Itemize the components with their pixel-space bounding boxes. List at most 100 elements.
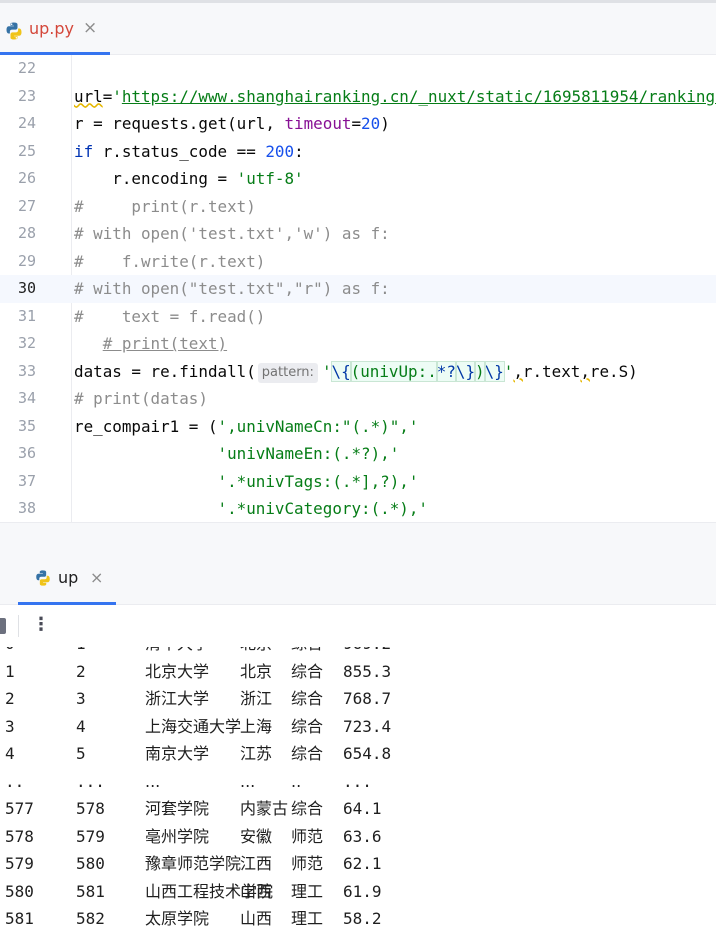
rank: 1 [76,647,86,658]
category: 综合 [291,647,323,658]
line-number: 31 [17,306,36,325]
score: ... [343,771,372,791]
code-text: # print(text) [74,330,227,358]
code-line[interactable]: 27 # print(r.text) [0,193,716,221]
python-icon [6,22,22,40]
code-token: '.*univTags:(.*],?),' [217,471,419,491]
line-number: 25 [17,141,36,160]
category: 理工 [291,909,324,928]
code-token: # with open("test.txt","r") as f: [74,279,390,298]
code-token: *? [435,360,457,382]
run-tab-label: up [58,568,79,587]
editor-tab-up-py[interactable]: up.py × [0,3,110,55]
code-line[interactable]: 29 # f.write(r.text) [0,248,716,276]
run-tab-up[interactable]: up × [18,553,116,605]
console-row: 581 582 太原学院 山西 理工 58.2 [0,905,716,930]
code-token: # print(r.text) [74,196,256,216]
console-row: 3 4 上海交通大学 上海 综合 723.4 [0,713,716,741]
province: 山西 [240,881,273,901]
code-line[interactable]: 24 r = requests.get(url, timeout=20) [0,110,716,138]
code-token: ' [321,361,332,381]
run-console-output[interactable]: 01清华大学北京综合969.212北京大学北京综合855.323浙江大学浙江综合… [0,647,716,930]
panel-splitter[interactable] [0,522,716,553]
code-token: \} [483,360,505,382]
code-token: r.status_code == [93,141,266,161]
code-line[interactable]: 37 '.*univTags:(.*],?),' [0,468,716,496]
row-index: 580 [5,881,34,901]
code-token: if [74,141,94,161]
code-line[interactable]: 36 'univNameEn:(.*?),' [0,440,716,468]
code-line[interactable]: 35 re_compair1 = (',univNameCn:"(.*)",' [0,413,716,441]
province: 江西 [240,854,273,873]
more-options-icon[interactable]: ⋮ [32,614,50,636]
rank: 5 [76,744,86,763]
province: 山西 [240,909,273,928]
rank: ... [76,771,105,791]
code-token: # f.write(r.text) [74,251,266,271]
close-icon[interactable]: × [90,567,103,589]
line-number: 24 [17,114,36,132]
code-token: r.text [522,361,581,381]
line-number: 27 [17,196,36,215]
row-index: 579 [5,854,34,873]
row-index: 577 [5,799,34,818]
code-text: # with open("test.txt","r") as f: [74,275,390,303]
university-name: ... [145,771,161,791]
university-name: 北京大学 [145,661,210,681]
code-token: r.encoding = [74,169,237,188]
university-name: 上海交通大学 [145,716,242,736]
score: 58.2 [343,909,382,928]
category: 理工 [291,881,324,901]
code-text: 'univNameEn:(.*?),' [74,440,400,468]
rank: 582 [76,909,105,928]
rank: 2 [76,661,86,681]
line-number: 38 [17,499,36,517]
code-line[interactable]: 34 # print(datas) [0,385,716,413]
row-index: 4 [5,744,15,763]
university-name: 亳州学院 [145,826,210,846]
line-number: 34 [17,389,36,407]
category: 师范 [291,826,324,846]
code-text: # with open('test.txt','w') as f: [74,220,390,248]
score: 63.6 [343,826,382,846]
score: 969.2 [343,647,391,658]
console-row: 0 1 清华大学 北京 综合 969.2 [0,647,716,658]
line-number: 30 [17,279,36,297]
university-name: 清华大学 [145,647,209,658]
university-name: 南京大学 [145,744,210,763]
row-index: 2 [5,689,15,708]
code-text: r = requests.get(url, timeout=20) [74,110,390,138]
code-line[interactable]: 28 # with open('test.txt','w') as f: [0,220,716,248]
code-line[interactable]: 33 datas = re.findall(pattern: '\{(univUp:… [0,358,716,386]
code-line[interactable]: 26 r.encoding = 'utf-8' [0,165,716,193]
code-line[interactable]: 25 if r.status_code == 200: [0,138,716,166]
category: 师范 [291,854,324,873]
row-index: 578 [5,826,34,846]
code-line[interactable]: 31 # text = f.read() [0,303,716,331]
score: 723.4 [343,716,392,736]
rank: 578 [76,799,105,818]
code-line[interactable]: 32 # print(text) [0,330,716,358]
code-editor[interactable]: 22 23 url='https://www.shanghairanking.cn/… [0,55,716,522]
code-line[interactable]: 23 url='https://www.shanghairanking.cn/_n… [0,83,716,111]
score: 62.1 [343,854,382,873]
code-text: if r.status_code == 200: [74,138,304,166]
university-name: 豫章师范学院 [145,854,242,873]
university-name: 浙江大学 [145,689,210,708]
code-line[interactable]: 22 [0,55,716,83]
console-row: ................ [0,768,716,796]
parameter-hint: pattern: [257,362,318,383]
code-line[interactable]: 30 # with open("test.txt","r") as f: [0,275,716,303]
code-token: timeout [284,114,352,133]
code-line[interactable]: 38 '.*univCategory:(.*),' [0,495,716,522]
console-row: 2 3 浙江大学 浙江 综合 768.7 [0,685,716,713]
row-index: 581 [5,909,34,928]
stop-icon[interactable] [0,618,6,634]
province: 内蒙古 [240,799,289,818]
close-icon[interactable]: × [83,17,97,39]
code-token: 'univNameEn:(.*?),' [217,444,400,463]
